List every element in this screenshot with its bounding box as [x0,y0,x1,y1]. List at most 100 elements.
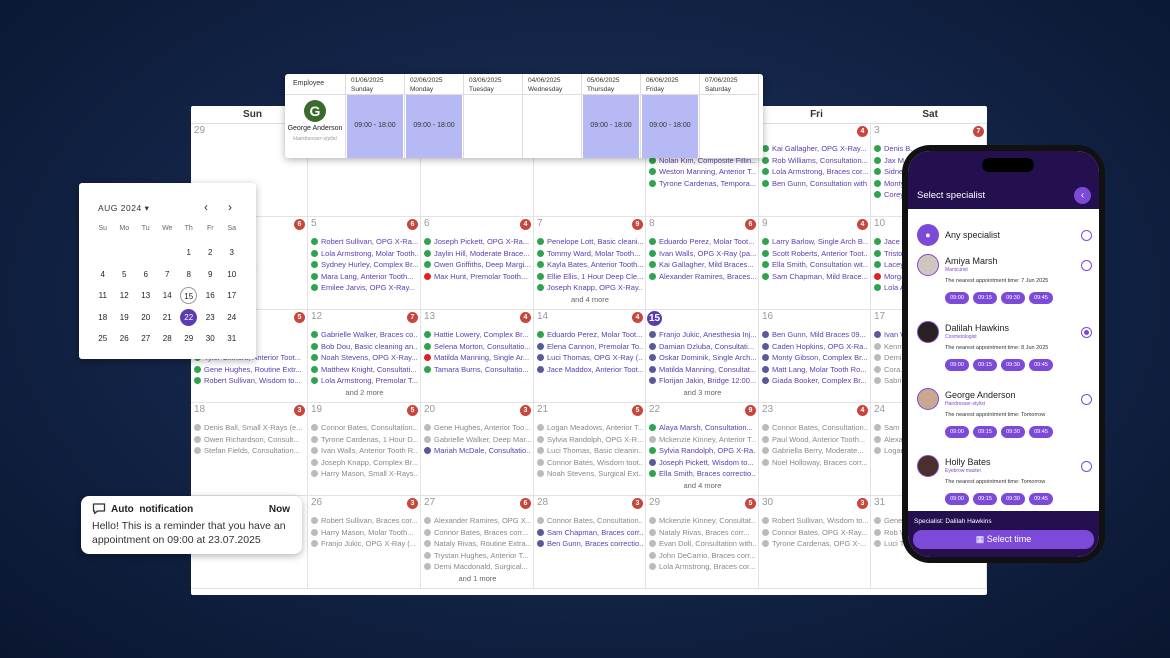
mini-calendar-day[interactable]: 25 [92,330,114,347]
calendar-day-cell[interactable]: 23 4 Connor Bates, Consultation... Paul Woo… [759,403,871,496]
calendar-day-cell[interactable]: 12 7 Gabrielle Walker, Braces co... Bob Dou… [308,310,421,403]
event-item[interactable]: Ella Smith, Consultation wit... [762,259,868,271]
specialist-radio[interactable] [1081,260,1092,271]
specialist-radio[interactable] [1081,394,1092,405]
specialist-radio[interactable] [1081,461,1092,472]
event-item[interactable]: Gabrielle Walker, Braces co... [311,329,418,341]
more-events-link[interactable]: and 4 more [649,480,756,491]
event-item[interactable]: Joseph Pickett, OPG X-Ra... [424,236,531,248]
event-item[interactable]: Joseph Pickett, Wisdom to... [649,457,756,469]
time-slot-button[interactable]: 09:15 [973,292,997,304]
select-time-button[interactable]: ▦ Select time [913,530,1094,549]
event-item[interactable]: Connor Bates, Braces corr... [424,527,531,539]
calendar-day-cell[interactable]: 27 6 Alexander Ramires, OPG X... Connor Bat… [421,496,534,589]
event-item[interactable]: Sam Chapman, Braces corr... [537,527,643,539]
event-item[interactable]: Max Hunt, Premolar Tooth... [424,271,531,283]
mini-calendar-day[interactable]: 3 [221,244,243,261]
time-slot-button[interactable]: 09:15 [973,426,997,438]
mini-calendar-day[interactable]: 26 [114,330,136,347]
event-item[interactable]: Sylvia Randolph, OPG X-Ra... [649,445,756,457]
event-item[interactable]: Ellie Ellis, 1 Hour Deep Cle... [537,271,643,283]
mini-calendar-day[interactable]: 12 [114,287,136,304]
more-events-link[interactable]: and 3 more [649,387,756,398]
event-item[interactable]: Gabriella Berry, Moderate... [762,445,868,457]
mini-calendar-day[interactable]: 22 [180,308,198,326]
mini-calendar-day[interactable]: 13 [135,287,157,304]
event-item[interactable]: Mara Lang, Anterior Tooth... [311,271,418,283]
mini-calendar-day[interactable]: 27 [135,330,157,347]
event-item[interactable]: Bob Dou, Basic cleaning an... [311,341,418,353]
mini-calendar-day[interactable]: 6 [135,266,157,283]
time-slot-button[interactable]: 09:00 [945,426,969,438]
event-item[interactable]: Sylvia Randolph, OPG X-R... [537,434,643,446]
mini-calendar-day[interactable]: 23 [200,309,222,326]
calendar-day-cell[interactable]: 4 Kai Gallagher, OPG X-Ray... Rob Williams… [759,124,871,217]
time-slot-button[interactable]: 09:45 [1029,359,1053,371]
mini-calendar-day[interactable]: 17 [221,287,243,304]
event-item[interactable]: Tamara Burns, Consultatio... [424,364,531,376]
event-item[interactable]: Owen Richardson, Consult... [194,434,305,446]
event-item[interactable]: Denis Ball, Small X-Rays (e... [194,422,305,434]
event-item[interactable]: Joseph Knapp, Complex Br... [311,457,418,469]
calendar-day-cell[interactable]: 19 5 Connor Bates, Consultation... Tyrone C… [308,403,421,496]
event-item[interactable]: Matthew Knight, Consultati... [311,364,418,376]
event-item[interactable]: Logan Meadows, Anterior T... [537,422,643,434]
event-item[interactable]: Matt Lang, Molar Tooth Ro... [762,364,868,376]
event-item[interactable]: Rob Williams, Consultation... [762,155,868,167]
event-item[interactable]: Demi Macdonald, Surgical... [424,561,531,573]
calendar-day-cell[interactable]: 16 Ben Gunn, Mild Braces 09... Caden Hopki… [759,310,871,403]
event-item[interactable]: Tommy Ward, Molar Tooth... [537,248,643,260]
event-item[interactable]: Connor Bates, OPG X-Ray... [762,527,868,539]
event-item[interactable]: Paul Wood, Anterior Tooth... [762,434,868,446]
calendar-day-cell[interactable]: 18 3 Denis Ball, Small X-Rays (e... Owen Ri… [191,403,308,496]
event-item[interactable]: Ben Gunn, Mild Braces 09... [762,329,868,341]
more-events-link[interactable]: and 2 more [311,387,418,398]
mini-calendar-day[interactable]: 30 [200,330,222,347]
event-item[interactable]: Robert Sullivan, Wisdom to... [194,375,305,387]
event-item[interactable]: Jaylin Hill, Moderate Brace... [424,248,531,260]
time-slot-button[interactable]: 09:00 [945,493,969,505]
event-item[interactable]: Lola Armstrong, Braces cor... [762,166,868,178]
event-item[interactable]: Giada Booker, Complex Br... [762,375,868,387]
event-item[interactable]: Alexander Ramires, OPG X... [424,515,531,527]
mini-calendar-day[interactable]: 24 [221,309,243,326]
event-item[interactable]: Selena Morton, Consultatio... [424,341,531,353]
chevron-left-icon[interactable]: ‹ [204,200,208,214]
event-item[interactable]: Connor Bates, Wisdom toot... [537,457,643,469]
event-item[interactable]: Alaya Marsh, Consultation... [649,422,756,434]
event-item[interactable]: Damian Dzluba, Consultati... [649,341,756,353]
event-item[interactable]: Tyrone Cardenas, 1 Hour D... [311,434,418,446]
event-item[interactable]: Scott Roberts, Anterior Toot... [762,248,868,260]
event-item[interactable]: Tyrone Cardenas, Tempora... [649,178,756,190]
calendar-day-cell[interactable]: 28 3 Connor Bates, Consultation... Sam Chap… [534,496,646,589]
shift-block[interactable]: 09:00 - 18:00 [347,95,403,158]
event-item[interactable]: Noah Stevens, Surgical Ext... [537,468,643,480]
auto-notification[interactable]: Auto notification Now Hello! This is a r… [81,496,302,554]
time-slot-button[interactable]: 09:30 [1001,426,1025,438]
time-slot-button[interactable]: 09:30 [1001,493,1025,505]
event-item[interactable]: Connor Bates, Consultation... [311,422,418,434]
event-item[interactable]: Matilda Manning, Single Ar... [424,352,531,364]
mini-calendar-day[interactable]: 4 [92,266,114,283]
event-item[interactable]: Jace Maddox, Anterior Toot... [537,364,643,376]
event-item[interactable]: Elena Cannon, Premolar To... [537,341,643,353]
event-item[interactable]: John DeCarrio, Braces corr... [649,550,756,562]
calendar-day-cell[interactable]: 29 5 Mckenzie Kinney, Consultat... Nataly R… [646,496,759,589]
more-events-link[interactable]: and 1 more [424,573,531,584]
mini-calendar-day[interactable]: 19 [114,309,136,326]
event-item[interactable]: Larry Barlow, Single Arch B... [762,236,868,248]
mini-calendar-day[interactable]: 9 [200,266,222,283]
event-item[interactable]: Oskar Dominik, Single Arch... [649,352,756,364]
event-item[interactable]: Connor Bates, Consultation... [537,515,643,527]
calendar-day-cell[interactable]: 6 4 Joseph Pickett, OPG X-Ra... Jaylin Hill… [421,217,534,310]
calendar-day-cell[interactable]: 13 4 Hattie Lowery, Complex Br... Selena Mo… [421,310,534,403]
event-item[interactable]: Gene Hughes, Anterior Too... [424,422,531,434]
calendar-day-cell[interactable]: 8 6 Eduardo Perez, Molar Toot... Ivan Walls… [646,217,759,310]
event-item[interactable]: Kai Gallagher, Mild Braces... [649,259,756,271]
calendar-day-cell[interactable]: 9 4 Larry Barlow, Single Arch B... Scott Ro… [759,217,871,310]
specialist-radio[interactable] [1081,327,1092,338]
event-item[interactable]: Trystan Hughes, Anterior T... [424,550,531,562]
event-item[interactable]: Florijan Jakin, Bridge 12:00... [649,375,756,387]
mini-calendar-day[interactable]: 2 [200,244,222,261]
mini-calendar-day[interactable]: 14 [157,287,179,304]
